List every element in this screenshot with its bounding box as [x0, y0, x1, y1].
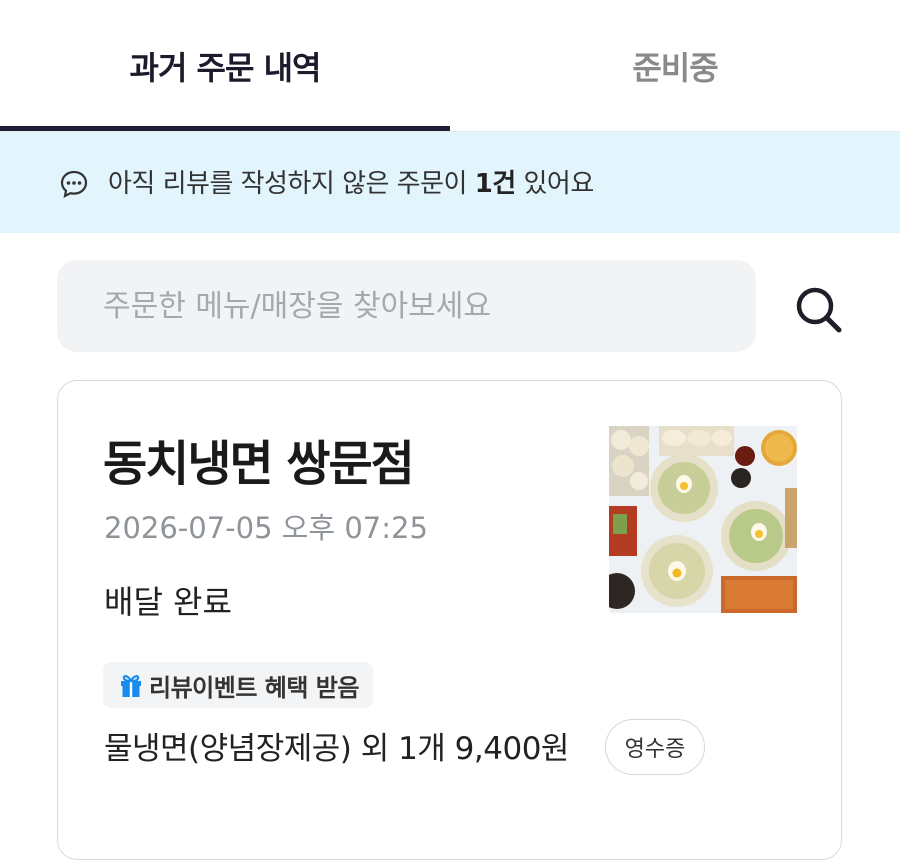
menu-summary: 물냉면(양념장제공) 외 1개 9,400원: [104, 731, 569, 767]
order-date: 2026-07-05 오후 07:25: [104, 511, 428, 545]
food-thumbnail[interactable]: [609, 426, 797, 613]
gift-icon: [121, 675, 141, 697]
active-tab-indicator: [0, 126, 450, 131]
chat-bubble-icon: [60, 170, 88, 199]
review-event-badge: 리뷰이벤트 혜택 받음: [103, 662, 373, 708]
banner-text: 아직 리뷰를 작성하지 않은 주문이 1건 있어요: [108, 164, 594, 204]
tab-past-orders[interactable]: 과거 주문 내역: [0, 0, 450, 131]
badge-label: 리뷰이벤트 혜택 받음: [149, 673, 359, 702]
banner-text-after: 있어요: [515, 169, 594, 199]
banner-count: 1건: [474, 169, 517, 199]
banner-text-before: 아직 리뷰를 작성하지 않은 주문이: [108, 169, 475, 199]
store-name[interactable]: 동치냉면 쌍문점: [103, 432, 415, 496]
receipt-button[interactable]: 영수증: [605, 719, 705, 775]
search-input[interactable]: [57, 260, 756, 352]
order-tabs: 과거 주문 내역 준비중: [0, 0, 900, 132]
order-status: 배달 완료: [104, 583, 232, 621]
tab-preparing[interactable]: 준비중: [450, 0, 900, 131]
search-icon[interactable]: [791, 282, 845, 336]
